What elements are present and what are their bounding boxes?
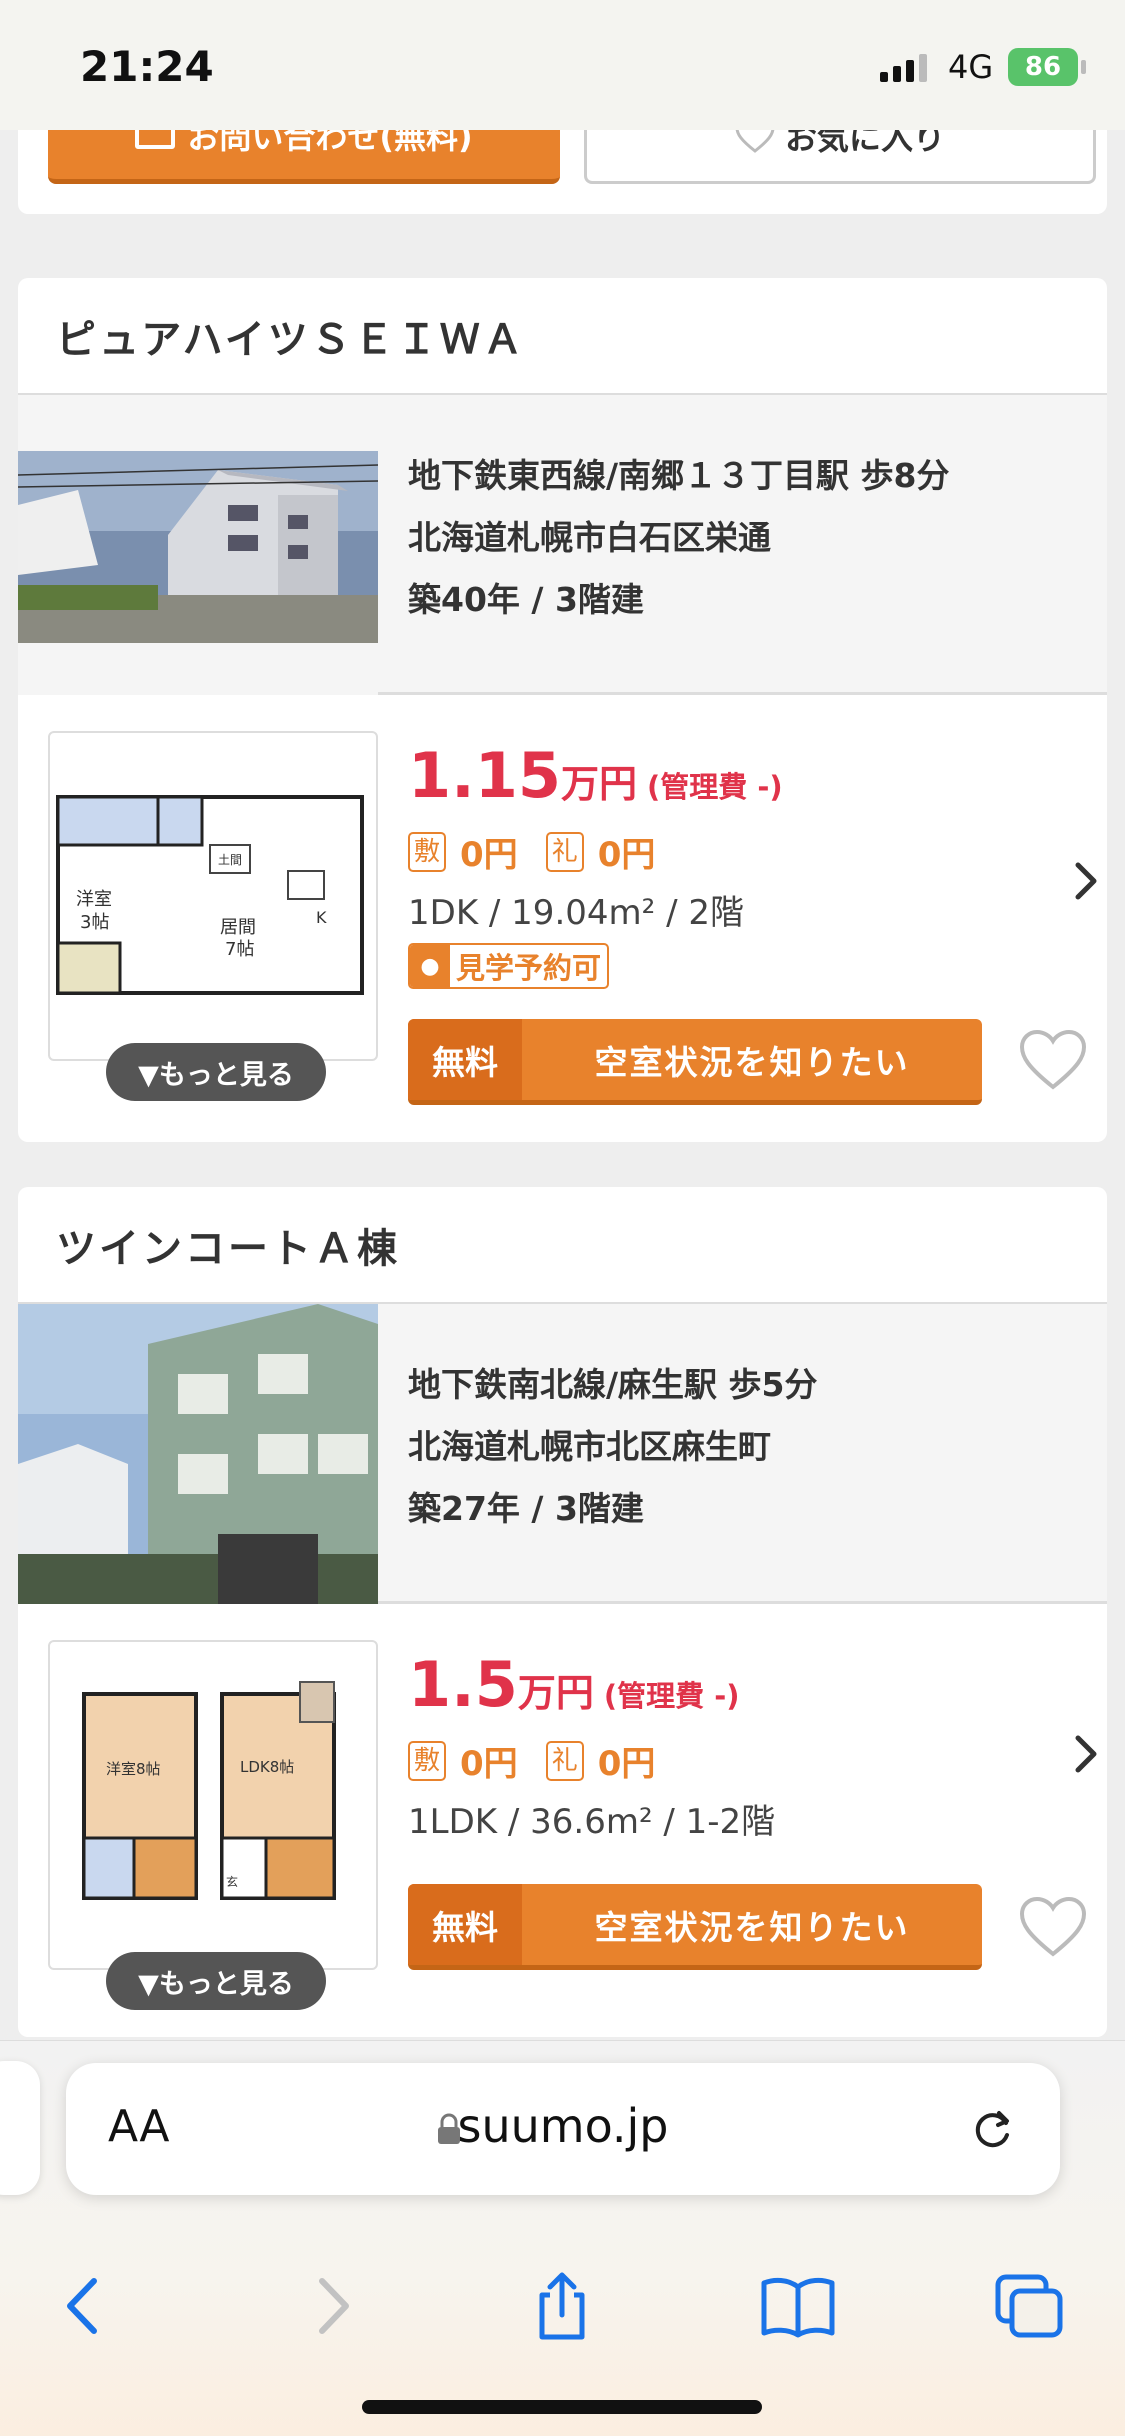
deposit-value: 0円 — [460, 835, 518, 875]
fp-room2: 居間 — [220, 917, 256, 938]
listing-title[interactable]: ツインコートＡ棟 — [18, 1187, 1107, 1304]
fp-entry: 玄 — [226, 1874, 238, 1889]
bookmarks-icon[interactable] — [758, 2271, 838, 2341]
listing-card: ピュアハイツＳＥＩＷＡ 地下鉄東西線/南郷１３丁目駅 歩8分 北海道札幌市白石区… — [18, 278, 1107, 1142]
address-text: 北海道札幌市白石区栄通 — [408, 518, 771, 557]
age-text: 築27年 / 3階建 — [408, 1489, 644, 1528]
fp-room1: 洋室8帖 — [106, 1760, 161, 1778]
building-photo[interactable] — [18, 1304, 378, 1604]
network-label: 4G — [948, 48, 994, 86]
fp-k: K — [316, 908, 327, 927]
key-money-value: 0円 — [597, 835, 656, 875]
home-indicator — [362, 2400, 762, 2414]
rent-value: 1.5 — [408, 1648, 518, 1721]
previous-tab-peek[interactable] — [0, 2061, 40, 2195]
fp-room2: LDK8帖 — [240, 1758, 294, 1776]
fp-entry: 土間 — [218, 853, 242, 867]
footprint-icon: ● — [410, 945, 450, 987]
free-label: 無料 — [408, 1884, 522, 1965]
vacancy-label: 空室状況を知りたい — [594, 1042, 910, 1082]
age-text: 築40年 / 3階建 — [408, 580, 644, 619]
fp-room2-size: 7帖 — [225, 939, 254, 960]
signal-icon — [880, 52, 927, 82]
rent-unit: 万円 — [517, 1671, 594, 1715]
room-row[interactable]: 洋室 3帖 居間 7帖 K 土間 ▼もっと見る 1.15万円 (管理費 -) 敷 … — [18, 695, 1107, 1135]
access-text: 地下鉄東西線/南郷１３丁目駅 歩8分 — [408, 456, 950, 495]
building-photo[interactable] — [18, 395, 378, 695]
reload-icon[interactable] — [966, 2103, 1018, 2155]
key-money-tag: 礼 — [545, 1740, 584, 1781]
vacancy-label: 空室状況を知りたい — [594, 1907, 910, 1947]
floorplan-image[interactable]: 洋室8帖 LDK8帖 玄 ▼もっと見る — [48, 1640, 378, 2010]
visit-reservation-badge: ● 見学予約可 — [408, 943, 610, 989]
access-text: 地下鉄南北線/麻生駅 歩5分 — [408, 1365, 818, 1404]
battery-level: 86 — [1024, 52, 1062, 82]
url-domain: suumo.jp — [457, 2099, 669, 2153]
listing-info: 地下鉄東西線/南郷１３丁目駅 歩8分 北海道札幌市白石区栄通 築40年 / 3階… — [408, 445, 950, 631]
chevron-right-icon[interactable] — [1070, 1732, 1100, 1776]
vacancy-inquiry-button[interactable]: 無料 空室状況を知りたい — [408, 1019, 982, 1105]
free-label: 無料 — [408, 1019, 522, 1100]
listing-title[interactable]: ピュアハイツＳＥＩＷＡ — [18, 278, 1107, 395]
listing-card: ツインコートＡ棟 地下鉄南北線/麻生駅 歩5分 北海道札幌市北区麻生町 築27年… — [18, 1187, 1107, 2037]
key-money-value: 0円 — [597, 1744, 656, 1784]
fp-room1: 洋室 — [76, 889, 112, 910]
heart-icon[interactable] — [1018, 1027, 1088, 1093]
status-bar: 21:24 4G 86 — [0, 0, 1125, 130]
room-spec: 1LDK / 36.6m² / 1-2階 — [408, 1802, 776, 1842]
key-money-tag: 礼 — [545, 831, 584, 872]
chevron-right-icon[interactable] — [1070, 859, 1100, 903]
deposit-value: 0円 — [460, 1744, 518, 1784]
browser-toolbar: AA suumo.jp — [0, 2040, 1125, 2436]
heart-icon[interactable] — [1018, 1894, 1088, 1960]
rent-price: 1.15万円 (管理費 -) — [408, 739, 783, 812]
listing-summary[interactable]: 地下鉄南北線/麻生駅 歩5分 北海道札幌市北区麻生町 築27年 / 3階建 — [18, 1304, 1107, 1604]
listing-info: 地下鉄南北線/麻生駅 歩5分 北海道札幌市北区麻生町 築27年 / 3階建 — [408, 1354, 818, 1540]
address-text: 北海道札幌市北区麻生町 — [408, 1427, 771, 1466]
management-fee: (管理費 -) — [647, 770, 783, 804]
battery-icon: 86 — [1008, 48, 1086, 86]
vacancy-inquiry-button[interactable]: 無料 空室状況を知りたい — [408, 1884, 982, 1970]
status-time: 21:24 — [80, 42, 214, 91]
deposit-row: 敷 0円 礼 0円 — [408, 1736, 655, 1785]
listing-summary[interactable]: 地下鉄東西線/南郷１３丁目駅 歩8分 北海道札幌市白石区栄通 築40年 / 3階… — [18, 395, 1107, 695]
floorplan-image[interactable]: 洋室 3帖 居間 7帖 K 土間 ▼もっと見る — [48, 731, 378, 1101]
back-icon[interactable] — [46, 2271, 126, 2341]
rent-unit: 万円 — [560, 762, 637, 806]
deposit-row: 敷 0円 礼 0円 — [408, 827, 655, 876]
management-fee: (管理費 -) — [603, 1679, 740, 1713]
room-row[interactable]: 洋室8帖 LDK8帖 玄 ▼もっと見る 1.5万円 (管理費 -) 敷 0円 礼 … — [18, 1604, 1107, 2037]
visit-badge-label: 見学予約可 — [456, 951, 602, 985]
rent-value: 1.15 — [408, 739, 561, 812]
deposit-tag: 敷 — [408, 1740, 447, 1781]
room-spec: 1DK / 19.04m² / 2階 — [408, 893, 744, 933]
forward-icon[interactable] — [290, 2271, 370, 2341]
address-bar[interactable]: AA suumo.jp — [66, 2063, 1060, 2195]
deposit-tag: 敷 — [408, 831, 447, 872]
tabs-icon[interactable] — [990, 2271, 1070, 2341]
show-more-button[interactable]: ▼もっと見る — [106, 1952, 326, 2010]
share-icon[interactable] — [522, 2271, 602, 2341]
rent-price: 1.5万円 (管理費 -) — [408, 1648, 740, 1721]
fp-room1-size: 3帖 — [80, 912, 109, 933]
show-more-button[interactable]: ▼もっと見る — [106, 1043, 326, 1101]
